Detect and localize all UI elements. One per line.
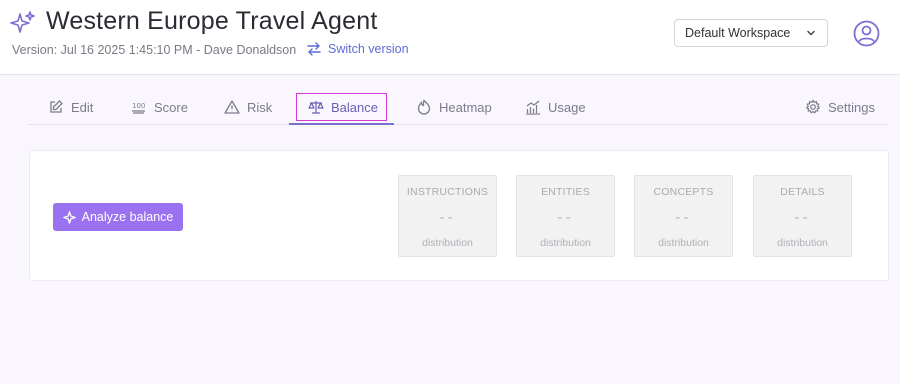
metric-card-instructions: INSTRUCTIONS -- distribution [398, 175, 497, 257]
tab-label: Usage [548, 99, 586, 115]
switch-version-link[interactable]: Switch version [306, 41, 409, 57]
tab-label: Risk [247, 99, 273, 115]
metric-subtitle: distribution [658, 237, 709, 249]
switch-arrows-icon [307, 42, 321, 56]
metric-value: -- [675, 209, 692, 226]
metric-title: INSTRUCTIONS [406, 186, 489, 198]
tab-heatmap[interactable]: Heatmap [416, 90, 492, 124]
tab-settings[interactable]: Settings [805, 90, 875, 124]
heatmap-icon [417, 99, 431, 115]
usage-chart-icon [526, 100, 540, 115]
user-avatar-icon[interactable] [853, 20, 880, 47]
metric-card-details: DETAILS -- distribution [753, 175, 852, 257]
metric-subtitle: distribution [540, 237, 591, 249]
gear-icon [805, 99, 821, 114]
analyze-balance-button[interactable]: Analyze balance [53, 203, 183, 231]
score-100-icon: 100 [132, 102, 145, 114]
tab-label: Settings [828, 99, 875, 115]
metric-value: -- [557, 209, 574, 226]
tab-label: Score [154, 99, 188, 115]
metric-card-concepts: CONCEPTS -- distribution [634, 175, 733, 257]
metric-value: -- [439, 209, 456, 226]
version-info: Version: Jul 16 2025 1:45:10 PM - Dave D… [12, 43, 297, 57]
metric-value: -- [794, 209, 811, 226]
app-header: Western Europe Travel Agent Version: Jul… [0, 0, 900, 75]
tab-balance[interactable]: Balance [308, 90, 378, 124]
metric-subtitle: distribution [422, 237, 473, 249]
edit-icon [50, 100, 63, 113]
tab-edit[interactable]: Edit [48, 90, 93, 124]
sparkle-icon [62, 210, 76, 224]
tab-bar: Edit 100 Score Risk Balance Heatmap Usag… [28, 90, 888, 125]
page-title: Western Europe Travel Agent [46, 7, 378, 35]
workspace-value: Default Workspace [685, 26, 791, 40]
chevron-down-icon [807, 30, 815, 36]
metric-title: ENTITIES [541, 186, 590, 198]
tab-usage[interactable]: Usage [525, 90, 586, 124]
metric-card-entities: ENTITIES -- distribution [516, 175, 615, 257]
tab-label: Edit [71, 99, 94, 115]
workspace-select[interactable]: Default Workspace [674, 19, 828, 47]
switch-version-label: Switch version [328, 42, 409, 56]
tab-label: Heatmap [439, 99, 492, 115]
warning-icon [224, 100, 240, 114]
metric-title: CONCEPTS [653, 186, 714, 198]
analyze-balance-label: Analyze balance [81, 210, 174, 224]
tab-risk[interactable]: Risk [224, 90, 272, 124]
metric-subtitle: distribution [777, 237, 828, 249]
sparkle-icon [10, 11, 35, 33]
active-tab-indicator [289, 123, 394, 125]
scale-icon [308, 101, 324, 114]
svg-text:100: 100 [132, 102, 145, 110]
tab-label: Balance [331, 99, 378, 115]
metric-title: DETAILS [780, 186, 825, 198]
tab-score[interactable]: 100 Score [131, 90, 188, 124]
